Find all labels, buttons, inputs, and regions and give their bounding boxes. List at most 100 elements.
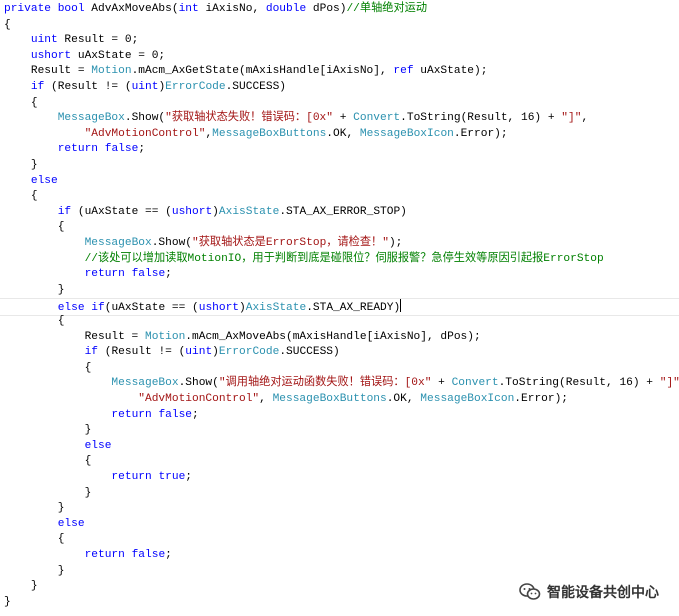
code-token: MessageBoxIcon — [420, 393, 515, 405]
code-token: } — [4, 424, 92, 437]
code-line[interactable]: } — [4, 501, 65, 517]
code-line[interactable]: uint Result = 0; — [4, 33, 138, 49]
code-token: if — [30, 81, 45, 93]
watermark: 智能设备共创中心 — [519, 582, 659, 602]
code-token: + — [332, 112, 354, 125]
code-line[interactable]: return false; — [4, 548, 172, 564]
code-token: { — [4, 455, 92, 468]
code-token: .STA_AX_READY) — [306, 302, 401, 315]
code-token: AxisState — [245, 302, 307, 315]
code-line[interactable]: } — [4, 158, 38, 174]
code-token: .SUCCESS) — [279, 346, 340, 359]
code-line[interactable]: { — [4, 18, 11, 34]
code-token: MessageBoxIcon — [359, 127, 454, 140]
code-line[interactable]: } — [4, 486, 92, 502]
code-token: dPos) — [306, 3, 347, 15]
code-line[interactable]: if (uAxState == (ushort)AxisState.STA_AX… — [4, 205, 407, 221]
code-line[interactable]: "AdvMotionControl",MessageBoxButtons.OK,… — [4, 127, 508, 143]
text-cursor — [400, 299, 402, 313]
code-line[interactable]: MessageBox.Show("调用轴绝对运动函数失败！错误码：[0x" + … — [4, 376, 679, 392]
code-line[interactable]: if (Result != (uint)ErrorCode.SUCCESS) — [4, 80, 286, 96]
code-token: .Error); — [514, 393, 569, 405]
code-token: Result = — [4, 330, 145, 343]
code-token: int — [178, 3, 199, 15]
code-line[interactable]: return false; — [4, 267, 172, 283]
code-token: .STA_AX_ERROR_STOP) — [279, 205, 407, 218]
code-line[interactable]: { — [4, 532, 65, 548]
code-line[interactable]: private bool AdvAxMoveAbs(int iAxisNo, d… — [4, 2, 427, 18]
code-line[interactable]: { — [4, 361, 92, 377]
code-token: } — [4, 564, 65, 577]
code-line[interactable]: return true; — [4, 470, 192, 486]
code-line[interactable]: } — [4, 564, 65, 580]
code-token: AxisState — [218, 205, 280, 218]
code-line[interactable]: { — [4, 454, 92, 470]
code-line[interactable]: ushort uAxState = 0; — [4, 49, 165, 65]
code-token: } — [4, 502, 65, 515]
code-token: "]" — [561, 112, 582, 125]
code-token: AdvAxMoveAbs( — [84, 3, 179, 15]
code-line[interactable]: "AdvMotionControl", MessageBoxButtons.OK… — [4, 392, 568, 408]
code-line[interactable]: Result = Motion.mAcm_AxGetState(mAxisHan… — [4, 64, 488, 80]
code-line[interactable]: } — [4, 579, 38, 595]
code-token: Result = 0; — [57, 34, 139, 47]
code-line[interactable]: //该处可以增加读取MotionIO，用于判断到底是碰限位？伺服报警？急停生效等… — [4, 252, 604, 268]
code-line[interactable]: return false; — [4, 408, 198, 424]
code-line[interactable]: MessageBox.Show("获取轴状态失败！错误码：[0x" + Conv… — [4, 111, 588, 127]
code-token: .Show( — [124, 112, 166, 125]
code-token: .ToString(Result, 16) + — [400, 112, 562, 125]
code-token: "]" — [659, 377, 679, 390]
code-token: , — [581, 112, 589, 125]
code-line[interactable]: { — [4, 314, 65, 330]
code-line[interactable]: if (Result != (uint)ErrorCode.SUCCESS) — [4, 345, 340, 361]
code-line[interactable]: return false; — [4, 142, 145, 158]
code-line[interactable]: else if(uAxState == (ushort)AxisState.ST… — [0, 298, 679, 316]
watermark-text: 智能设备共创中心 — [547, 585, 659, 601]
code-token: MessageBox — [84, 237, 152, 249]
code-token: false — [131, 268, 166, 281]
code-token: { — [4, 190, 38, 203]
code-line[interactable]: { — [4, 220, 65, 236]
code-line[interactable]: else — [4, 517, 85, 533]
code-token: return — [111, 471, 152, 483]
code-editor[interactable]: private bool AdvAxMoveAbs(int iAxisNo, d… — [0, 0, 679, 616]
code-token: ; — [185, 471, 193, 483]
code-token: uint — [131, 81, 159, 93]
code-line[interactable]: } — [4, 423, 92, 439]
code-line[interactable]: MessageBox.Show("获取轴状态是ErrorStop，请检查！"); — [4, 236, 403, 252]
code-token: .OK, — [386, 393, 421, 405]
code-token: .ToString(Result, 16) + — [498, 377, 660, 390]
code-line[interactable]: { — [4, 96, 38, 112]
code-line[interactable]: } — [4, 595, 11, 611]
code-token: .Show( — [178, 377, 219, 390]
code-token: (Result != ( — [44, 81, 132, 93]
code-line[interactable]: { — [4, 189, 38, 205]
code-token: else — [57, 302, 85, 315]
code-token: else — [84, 439, 112, 452]
code-token: .OK, — [326, 127, 360, 140]
code-token: ref — [393, 65, 414, 78]
code-line[interactable]: else — [4, 439, 112, 455]
code-token: //该处可以增加读取MotionIO，用于判断到底是碰限位？伺服报警？急停生效等… — [84, 252, 604, 265]
code-token: //单轴绝对运动 — [346, 3, 428, 15]
code-line[interactable]: } — [4, 283, 65, 299]
code-token: ; — [138, 143, 146, 156]
code-token: + — [431, 377, 452, 390]
code-token: } — [4, 486, 92, 499]
code-line[interactable]: else — [4, 174, 58, 190]
code-token: ) — [212, 346, 219, 359]
code-token: ; — [165, 549, 172, 561]
code-token: MessageBox — [111, 377, 179, 390]
code-line[interactable]: Result = Motion.mAcm_AxMoveAbs(mAxisHand… — [4, 330, 481, 346]
